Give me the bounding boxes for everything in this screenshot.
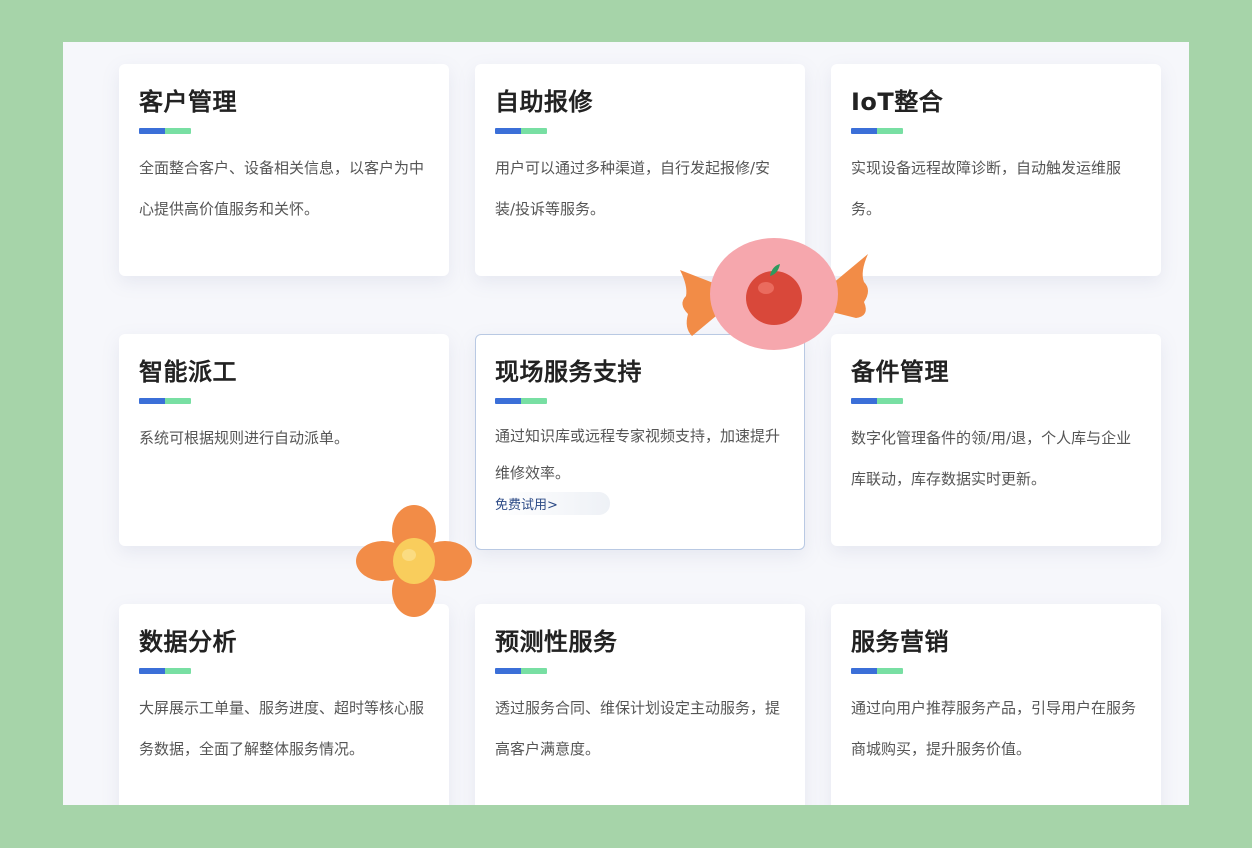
accent-bar xyxy=(139,398,191,404)
card-title: 智能派工 xyxy=(139,358,237,386)
feature-card-service-marketing[interactable]: 服务营销 通过向用户推荐服务产品，引导用户在服务商城购买，提升服务价值。 xyxy=(831,604,1161,805)
card-description: 通过向用户推荐服务产品，引导用户在服务商城购买，提升服务价值。 xyxy=(851,699,1137,758)
accent-bar xyxy=(495,398,547,404)
card-description: 实现设备远程故障诊断，自动触发运维服务。 xyxy=(851,159,1122,218)
accent-bar xyxy=(851,668,903,674)
card-title: 客户管理 xyxy=(139,88,237,116)
feature-card-iot-integration[interactable]: IoT整合 实现设备远程故障诊断，自动触发运维服务。 xyxy=(831,64,1161,276)
card-description: 全面整合客户、设备相关信息，以客户为中心提供高价值服务和关怀。 xyxy=(139,159,425,218)
card-title: 预测性服务 xyxy=(495,628,618,656)
card-title: 数据分析 xyxy=(139,628,237,656)
accent-bar xyxy=(495,128,547,134)
feature-card-data-analysis[interactable]: 数据分析 大屏展示工单量、服务进度、超时等核心服务数据，全面了解整体服务情况。 xyxy=(119,604,449,805)
feature-card-predictive-service[interactable]: 预测性服务 透过服务合同、维保计划设定主动服务，提高客户满意度。 xyxy=(475,604,805,805)
card-title: 备件管理 xyxy=(851,358,949,386)
card-description: 大屏展示工单量、服务进度、超时等核心服务数据，全面了解整体服务情况。 xyxy=(139,699,425,758)
accent-bar xyxy=(495,668,547,674)
features-panel: 客户管理 全面整合客户、设备相关信息，以客户为中心提供高价值服务和关怀。 自助报… xyxy=(63,42,1189,805)
card-description: 透过服务合同、维保计划设定主动服务，提高客户满意度。 xyxy=(495,699,781,758)
candy-apple-icon xyxy=(680,238,868,350)
card-description: 用户可以通过多种渠道，自行发起报修/安装/投诉等服务。 xyxy=(495,159,771,218)
card-title: 现场服务支持 xyxy=(495,358,642,386)
feature-card-customer-management[interactable]: 客户管理 全面整合客户、设备相关信息，以客户为中心提供高价值服务和关怀。 xyxy=(119,64,449,276)
card-title: 自助报修 xyxy=(495,88,593,116)
feature-card-field-service-support[interactable]: 现场服务支持 通过知识库或远程专家视频支持，加速提升维修效率。 免费试用> xyxy=(475,334,805,550)
accent-bar xyxy=(139,668,191,674)
flower-icon xyxy=(356,505,472,617)
card-title: 服务营销 xyxy=(851,628,949,656)
accent-bar xyxy=(851,128,903,134)
card-description: 数字化管理备件的领/用/退，个人库与企业库联动，库存数据实时更新。 xyxy=(851,429,1132,488)
feature-card-spare-parts-management[interactable]: 备件管理 数字化管理备件的领/用/退，个人库与企业库联动，库存数据实时更新。 xyxy=(831,334,1161,546)
accent-bar xyxy=(139,128,191,134)
card-title: IoT整合 xyxy=(851,88,944,116)
free-trial-link[interactable]: 免费试用> xyxy=(495,492,610,515)
card-description: 通过知识库或远程专家视频支持，加速提升维修效率。 xyxy=(495,427,781,482)
accent-bar xyxy=(851,398,903,404)
card-description: 系统可根据规则进行自动派单。 xyxy=(139,429,350,447)
